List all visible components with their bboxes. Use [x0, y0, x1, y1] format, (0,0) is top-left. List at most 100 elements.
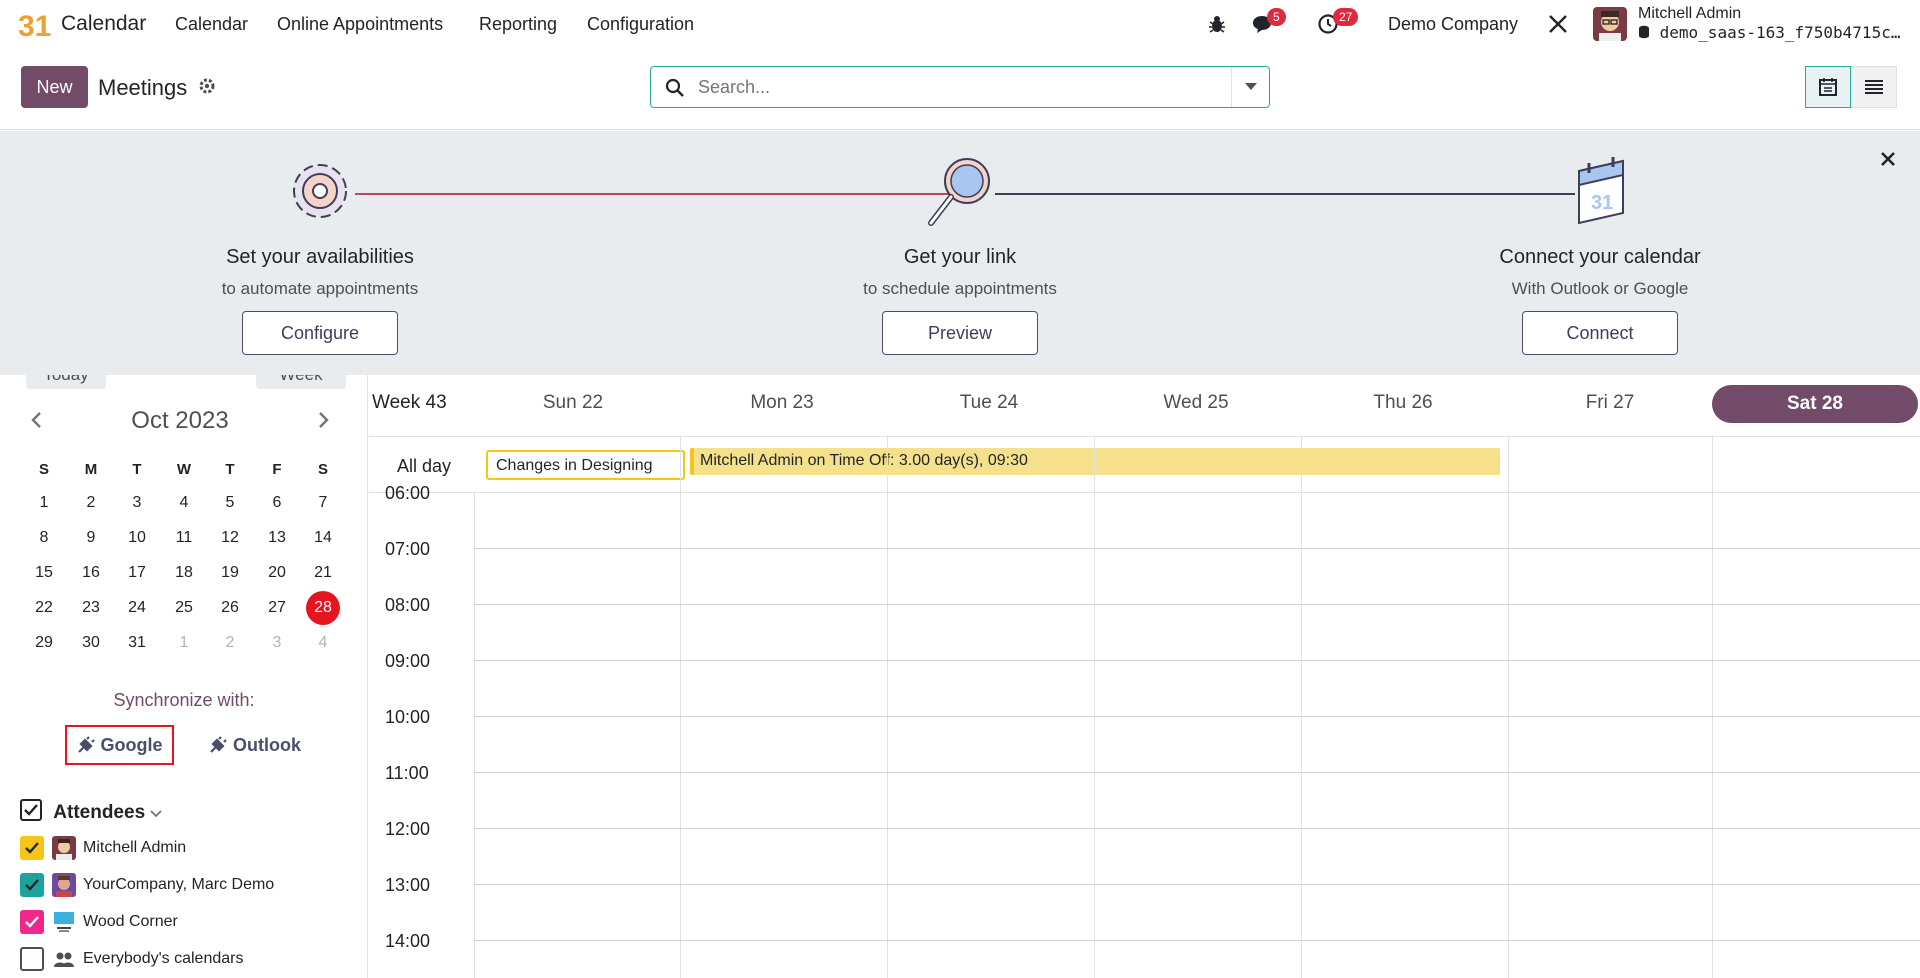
progress-line — [355, 193, 955, 195]
mini-day[interactable]: 21 — [303, 558, 343, 588]
mini-day-other-month[interactable]: 4 — [303, 628, 343, 658]
check-icon — [25, 916, 39, 928]
attendee-checkbox[interactable] — [20, 910, 44, 934]
step-subtitle: With Outlook or Google — [1511, 279, 1689, 298]
mini-day-other-month[interactable]: 2 — [210, 628, 250, 658]
bug-icon[interactable] — [1206, 13, 1228, 35]
mini-day-other-month[interactable]: 1 — [164, 628, 204, 658]
mini-day[interactable]: 10 — [117, 523, 157, 553]
mini-day[interactable]: 19 — [210, 558, 250, 588]
day-header[interactable]: Mon 23 — [679, 392, 885, 414]
user-name[interactable]: Mitchell Admin — [1638, 5, 1741, 23]
menu-online-appointments[interactable]: Online Appointments — [277, 14, 443, 35]
menu-configuration[interactable]: Configuration — [587, 14, 694, 35]
mini-day[interactable]: 22 — [24, 593, 64, 623]
gear-icon[interactable] — [198, 77, 216, 95]
day-header[interactable]: Tue 24 — [886, 392, 1092, 414]
list-view-button[interactable] — [1851, 66, 1897, 108]
chevron-right-icon[interactable] — [314, 411, 332, 429]
mini-day[interactable]: 14 — [303, 523, 343, 553]
menu-reporting[interactable]: Reporting — [479, 14, 557, 35]
day-header[interactable]: Thu 26 — [1300, 392, 1506, 414]
google-sync-button[interactable]: Google — [65, 725, 174, 765]
mini-day[interactable]: 27 — [257, 593, 297, 623]
top-navbar: 31 Calendar Calendar Online Appointments… — [0, 0, 1920, 50]
mini-day[interactable]: 2 — [71, 488, 111, 518]
hour-line — [474, 660, 1920, 661]
magnifier-illustration-icon — [928, 158, 990, 226]
user-avatar[interactable] — [1593, 7, 1627, 41]
attendees-label: Attendees — [53, 802, 146, 823]
day-separator — [474, 493, 475, 978]
company-switcher[interactable]: Demo Company — [1388, 14, 1518, 35]
mini-day[interactable]: 11 — [164, 523, 204, 553]
hour-label: 14:00 — [385, 931, 431, 951]
mini-day[interactable]: 9 — [71, 523, 111, 553]
mini-day[interactable]: 7 — [303, 488, 343, 518]
weekday-label: T — [225, 461, 235, 478]
calendar-app-logo[interactable]: 31 — [18, 6, 52, 42]
mini-day[interactable]: 26 — [210, 593, 250, 623]
app-name[interactable]: Calendar — [61, 12, 146, 36]
preview-button[interactable]: Preview — [882, 311, 1038, 355]
weekday-label: S — [317, 461, 328, 478]
mini-day[interactable]: 20 — [257, 558, 297, 588]
search-input[interactable] — [696, 75, 1196, 99]
day-separator — [1712, 437, 1713, 978]
mini-day[interactable]: 24 — [117, 593, 157, 623]
mini-day[interactable]: 18 — [164, 558, 204, 588]
outlook-sync-button[interactable]: Outlook — [200, 725, 310, 765]
step-subtitle: to schedule appointments — [863, 279, 1057, 298]
today-button[interactable]: Today — [26, 375, 106, 389]
caret-down-icon — [1244, 83, 1257, 90]
mini-day[interactable]: 12 — [210, 523, 250, 553]
connect-button[interactable]: Connect — [1522, 311, 1678, 355]
mini-day[interactable]: 4 — [164, 488, 204, 518]
tools-icon[interactable] — [1547, 13, 1569, 35]
checkbox-checked-icon[interactable] — [20, 799, 42, 821]
attendee-name: YourCompany, Marc Demo — [83, 876, 275, 893]
calendar-sidebar: Today Week Oct 2023 S M T W T F S 1 2 3 … — [0, 375, 368, 978]
mini-day[interactable]: 13 — [257, 523, 297, 553]
scale-button[interactable]: Week — [256, 375, 346, 389]
mini-day[interactable]: 29 — [24, 628, 64, 658]
hour-label: 06:00 — [385, 483, 431, 503]
mini-day-today[interactable]: 28 — [306, 591, 340, 625]
search-box[interactable] — [650, 66, 1270, 108]
close-banner-button[interactable] — [1880, 147, 1896, 173]
event-changes-in-designing[interactable]: Changes in Designing — [486, 450, 685, 480]
attendee-checkbox[interactable] — [20, 873, 44, 897]
calendar-view-button[interactable] — [1805, 66, 1851, 108]
configure-button[interactable]: Configure — [242, 311, 398, 355]
mini-day[interactable]: 23 — [71, 593, 111, 623]
mini-day-other-month[interactable]: 3 — [257, 628, 297, 658]
day-header[interactable]: Fri 27 — [1507, 392, 1713, 414]
step-subtitle: to automate appointments — [221, 279, 419, 298]
new-button[interactable]: New — [21, 66, 88, 108]
mini-day[interactable]: 8 — [24, 523, 64, 553]
mini-day[interactable]: 15 — [24, 558, 64, 588]
day-header-today[interactable]: Sat 28 — [1712, 385, 1918, 423]
mini-day[interactable]: 30 — [71, 628, 111, 658]
mini-day[interactable]: 25 — [164, 593, 204, 623]
progress-line — [995, 193, 1575, 195]
day-separator — [887, 437, 888, 978]
mini-day[interactable]: 3 — [117, 488, 157, 518]
mini-day[interactable]: 17 — [117, 558, 157, 588]
attendee-checkbox[interactable] — [20, 836, 44, 860]
hour-line — [474, 604, 1920, 605]
event-time-off[interactable]: Mitchell Admin on Time Off: 3.00 day(s),… — [690, 448, 1500, 475]
attendee-checkbox[interactable] — [20, 947, 44, 971]
mini-day[interactable]: 16 — [71, 558, 111, 588]
mini-day[interactable]: 5 — [210, 488, 250, 518]
check-icon — [25, 879, 39, 891]
mini-day[interactable]: 1 — [24, 488, 64, 518]
search-options-toggle[interactable] — [1231, 67, 1269, 107]
chevron-down-icon[interactable] — [150, 810, 163, 818]
mini-day[interactable]: 31 — [117, 628, 157, 658]
attendees-filter-header[interactable]: Attendees — [20, 799, 163, 824]
mini-day[interactable]: 6 — [257, 488, 297, 518]
menu-calendar[interactable]: Calendar — [175, 14, 248, 35]
day-header[interactable]: Wed 25 — [1093, 392, 1299, 414]
day-header[interactable]: Sun 22 — [470, 392, 676, 414]
